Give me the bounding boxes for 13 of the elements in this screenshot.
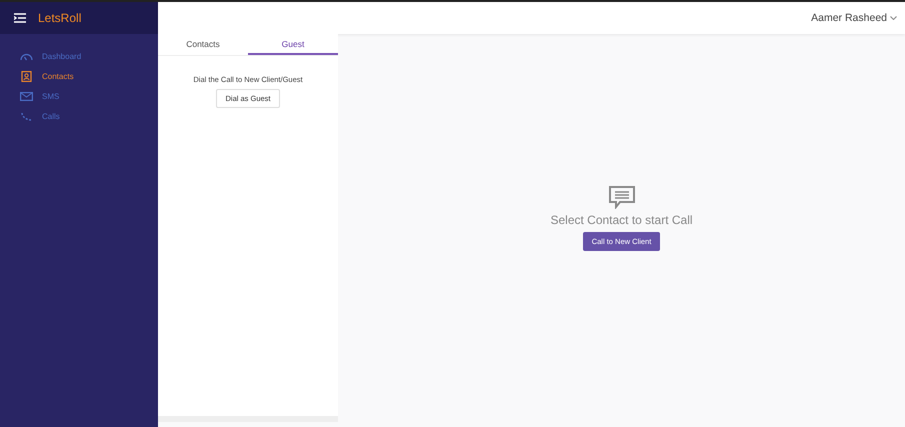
tab[interactable]: Contacts bbox=[158, 34, 248, 55]
gauge-icon bbox=[20, 52, 33, 60]
menu-icon[interactable] bbox=[14, 13, 26, 23]
empty-state-message: Select Contact to start Call bbox=[550, 213, 693, 227]
user-menu[interactable]: Aamer Rasheed bbox=[811, 12, 897, 24]
chevron-down-icon bbox=[890, 16, 897, 20]
contact-card-icon bbox=[20, 70, 33, 82]
tab[interactable]: Guest bbox=[248, 34, 338, 55]
app-logo: LetsRoll bbox=[38, 11, 82, 25]
phone-icon bbox=[20, 112, 33, 120]
sidebar-item[interactable]: Contacts bbox=[0, 66, 158, 86]
message-icon bbox=[608, 185, 636, 209]
envelope-icon bbox=[20, 92, 33, 100]
